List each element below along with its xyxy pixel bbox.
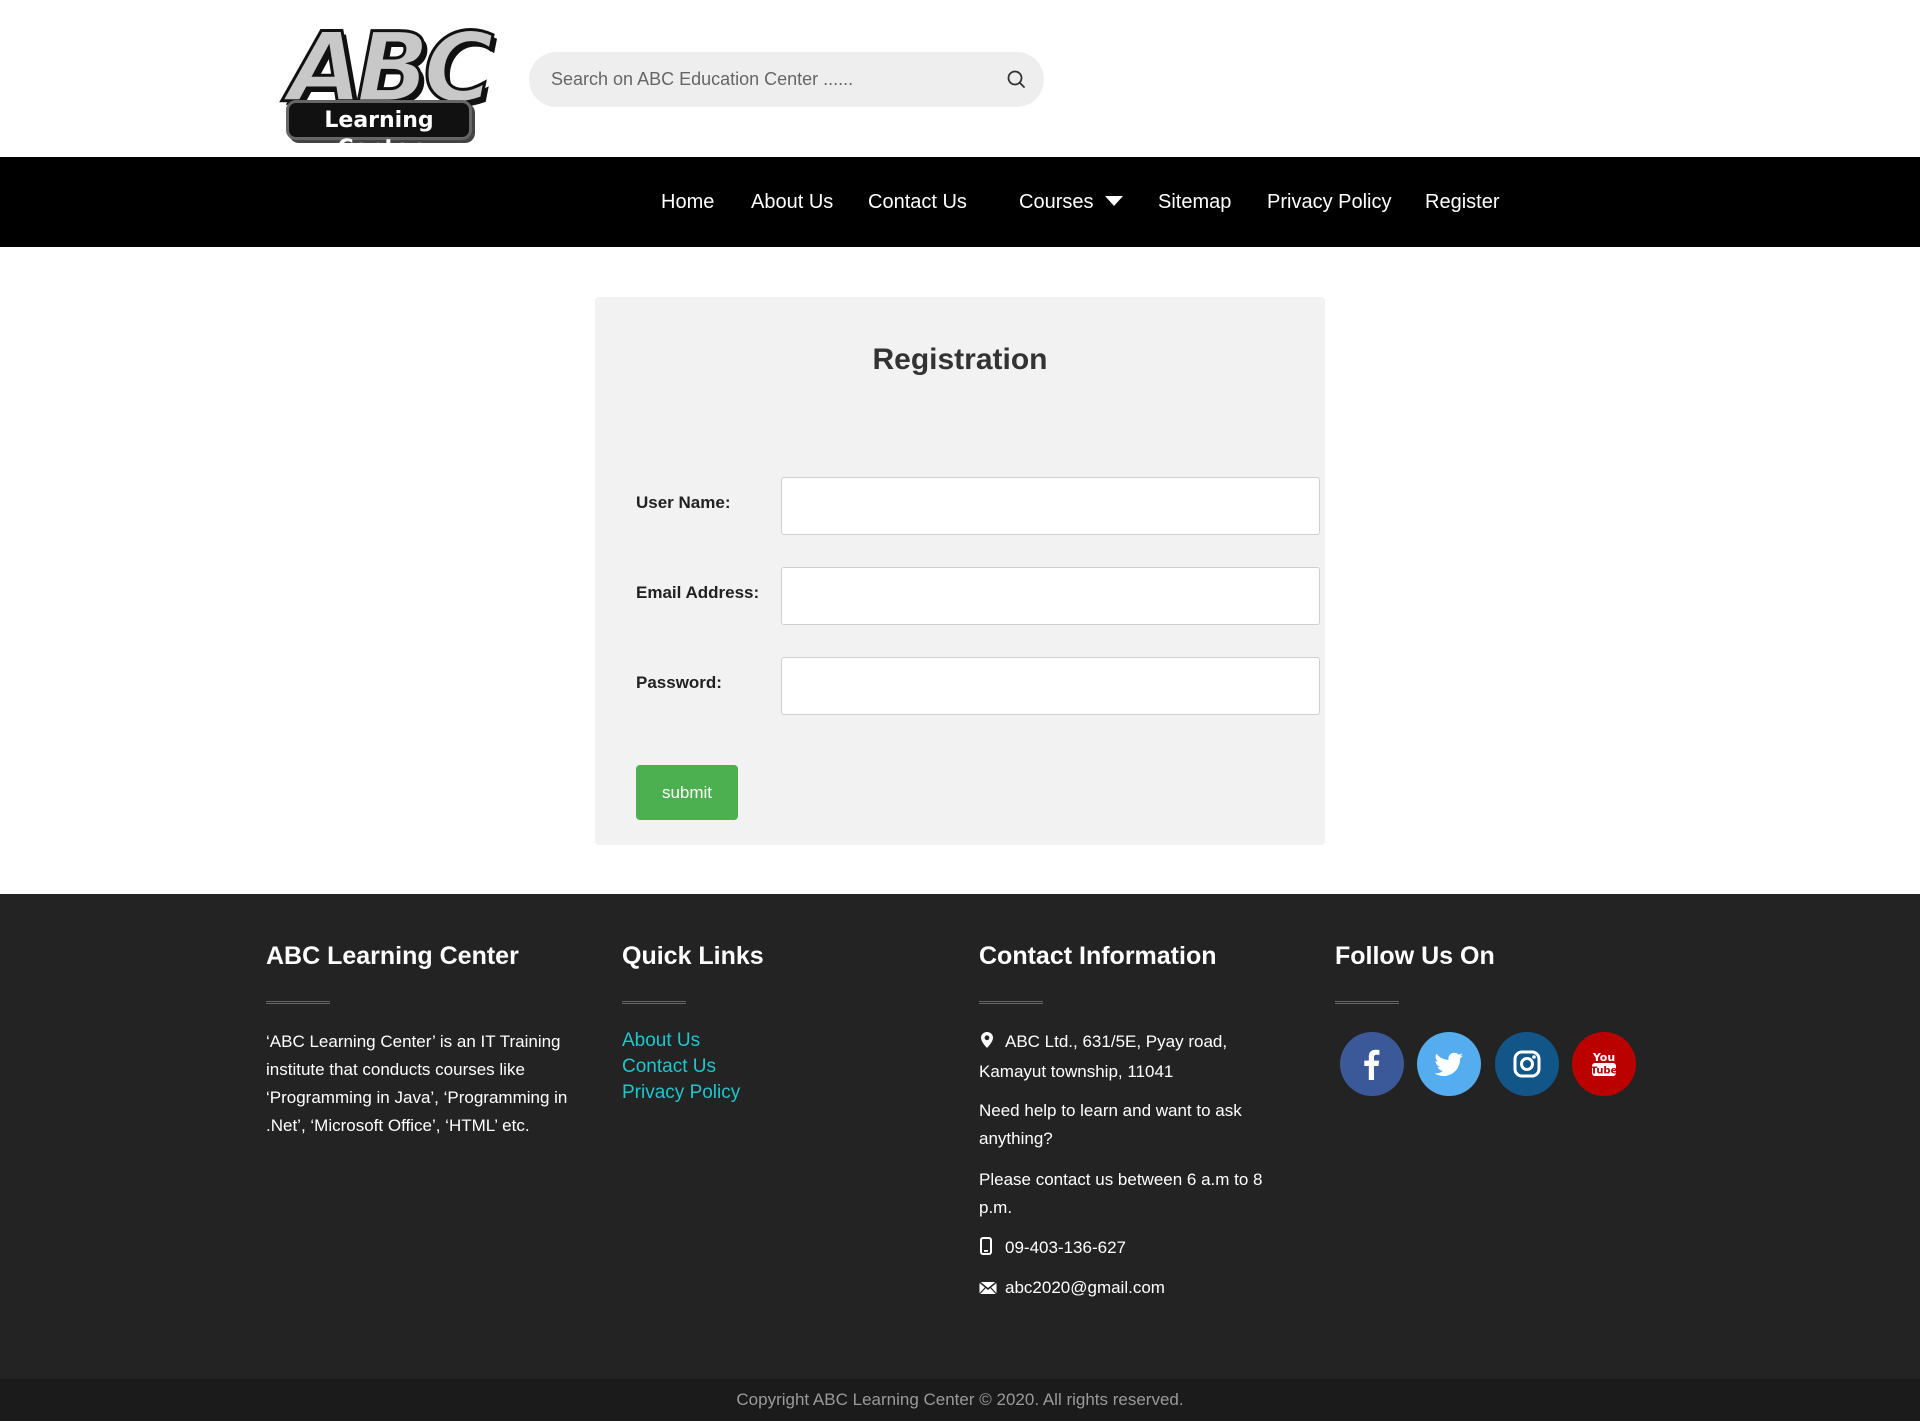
search-input[interactable] <box>551 52 991 107</box>
instagram-icon[interactable] <box>1495 1032 1559 1096</box>
logo-banner: Learning Center <box>286 100 472 161</box>
contact-email-text: abc2020@gmail.com <box>1005 1278 1165 1297</box>
footer-follow-heading: Follow Us On <box>1335 942 1495 970</box>
nav-item-about-us[interactable]: About Us <box>751 157 833 247</box>
registration-form: Registration User Name: Email Address: P… <box>595 297 1325 845</box>
phone-icon <box>979 1236 997 1264</box>
email-label: Email Address: <box>636 583 760 602</box>
password-label: Password: <box>636 673 722 692</box>
footer-about-heading: ABC Learning Center <box>266 942 519 970</box>
site-logo[interactable]: ABC Learning Center <box>282 17 495 161</box>
logo-subtitle: Learning Center <box>324 108 434 161</box>
nav-contact-label: Contact Us <box>868 191 967 213</box>
envelope-icon <box>979 1276 997 1304</box>
site-header: ABC Learning Center <box>0 0 1920 161</box>
contact-email: abc2020@gmail.com <box>979 1274 1289 1304</box>
footer-contact-heading: Contact Information <box>979 942 1217 970</box>
contact-help-text: Need help to learn and want to ask anyth… <box>979 1101 1242 1148</box>
page-title: Registration <box>872 343 1048 376</box>
contact-phone: 09-403-136-627 <box>979 1234 1289 1264</box>
footer-about-text: ‘ABC Learning Center’ is an IT Training … <box>266 1032 568 1135</box>
map-pin-icon <box>979 1030 997 1058</box>
footer-link-about-us[interactable]: About Us <box>622 1028 862 1054</box>
nav-home-label: Home <box>661 191 715 213</box>
youtube-icon-text-top: You <box>1592 1051 1615 1064</box>
divider <box>1335 1001 1399 1004</box>
nav-about-label: About Us <box>751 191 834 213</box>
nav-sitemap-label: Sitemap <box>1158 191 1232 213</box>
contact-hours-text: Please contact us between 6 a.m to 8 p.m… <box>979 1170 1263 1217</box>
footer-link-contact-us[interactable]: Contact Us <box>622 1054 862 1080</box>
youtube-icon[interactable]: You Tube <box>1572 1032 1636 1096</box>
search-bar <box>529 52 1044 107</box>
copyright-text: Copyright ABC Learning Center © 2020. Al… <box>736 1390 1184 1409</box>
nav-item-privacy-policy[interactable]: Privacy Policy <box>1267 157 1391 247</box>
search-icon[interactable] <box>1002 65 1032 95</box>
nav-privacy-label: Privacy Policy <box>1267 191 1392 213</box>
submit-button[interactable]: submit <box>636 765 738 820</box>
nav-courses-label: Courses <box>1019 191 1094 213</box>
username-field[interactable] <box>781 477 1320 535</box>
contact-phone-text: 09-403-136-627 <box>1005 1238 1126 1257</box>
nav-item-home[interactable]: Home <box>661 157 714 247</box>
twitter-icon[interactable] <box>1417 1032 1481 1096</box>
copyright-bar: Copyright ABC Learning Center © 2020. Al… <box>0 1379 1920 1421</box>
contact-address-text: ABC Ltd., 631/5E, Pyay road, Kamayut tow… <box>979 1032 1228 1081</box>
footer-links-list: About Us Contact Us Privacy Policy <box>622 1028 862 1106</box>
youtube-icon-text-bottom: Tube <box>1591 1066 1618 1077</box>
nav-item-contact-us[interactable]: Contact Us <box>868 157 967 247</box>
footer-link-privacy-policy[interactable]: Privacy Policy <box>622 1080 862 1106</box>
nav-item-sitemap[interactable]: Sitemap <box>1158 157 1231 247</box>
nav-item-register[interactable]: Register <box>1425 157 1499 247</box>
username-label: User Name: <box>636 493 731 512</box>
contact-address: ABC Ltd., 631/5E, Pyay road, Kamayut tow… <box>979 1028 1289 1086</box>
divider <box>266 1001 330 1004</box>
email-field[interactable] <box>781 567 1320 625</box>
divider <box>622 1001 686 1004</box>
password-field[interactable] <box>781 657 1320 715</box>
chevron-down-icon <box>1105 196 1124 206</box>
main-nav: Home About Us Contact Us Courses Sitemap… <box>0 157 1920 247</box>
footer-links-heading: Quick Links <box>622 942 764 970</box>
nav-register-label: Register <box>1425 191 1500 213</box>
site-footer: ABC Learning Center ‘ABC Learning Center… <box>0 894 1920 1379</box>
facebook-icon[interactable] <box>1340 1032 1404 1096</box>
nav-item-courses[interactable]: Courses <box>1019 157 1124 247</box>
divider <box>979 1001 1043 1004</box>
